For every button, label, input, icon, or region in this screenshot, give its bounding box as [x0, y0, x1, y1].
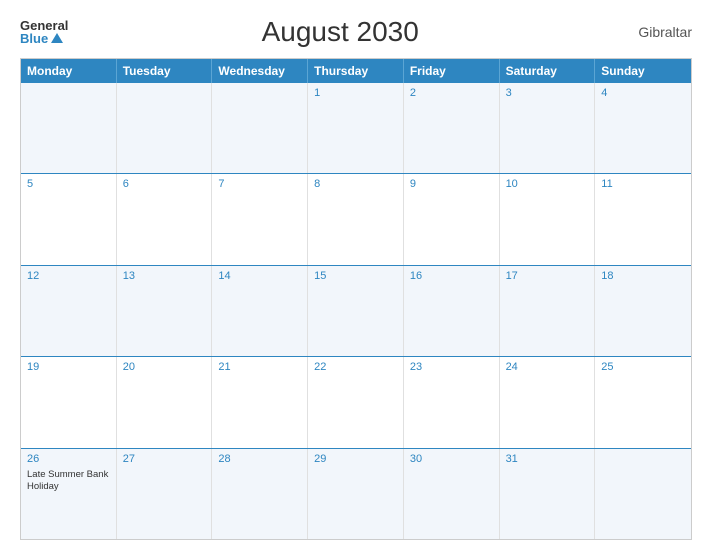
- calendar: MondayTuesdayWednesdayThursdayFridaySatu…: [20, 58, 692, 540]
- day-number: 5: [27, 178, 110, 190]
- calendar-cell: 7: [212, 174, 308, 264]
- day-number: 1: [314, 87, 397, 99]
- calendar-header: MondayTuesdayWednesdayThursdayFridaySatu…: [21, 59, 691, 83]
- day-event: Late Summer Bank Holiday: [27, 469, 110, 494]
- calendar-cell: 3: [500, 83, 596, 173]
- region-label: Gibraltar: [612, 24, 692, 40]
- logo-blue-text: Blue: [20, 32, 63, 45]
- day-number: 25: [601, 361, 685, 373]
- day-number: 29: [314, 453, 397, 465]
- calendar-cell: 16: [404, 266, 500, 356]
- header-day-thursday: Thursday: [308, 59, 404, 83]
- calendar-cell: 9: [404, 174, 500, 264]
- calendar-title: August 2030: [68, 16, 612, 48]
- header-day-friday: Friday: [404, 59, 500, 83]
- calendar-week-4: 19 20 21 22 23 24 25: [21, 357, 691, 448]
- calendar-cell: 5: [21, 174, 117, 264]
- header-day-saturday: Saturday: [500, 59, 596, 83]
- day-number: 19: [27, 361, 110, 373]
- calendar-cell: 30: [404, 449, 500, 539]
- header-day-monday: Monday: [21, 59, 117, 83]
- calendar-cell: 15: [308, 266, 404, 356]
- day-number: 8: [314, 178, 397, 190]
- day-number: 22: [314, 361, 397, 373]
- header-day-wednesday: Wednesday: [212, 59, 308, 83]
- calendar-cell: 25: [595, 357, 691, 447]
- day-number: 13: [123, 270, 206, 282]
- calendar-cell: 17: [500, 266, 596, 356]
- header-day-tuesday: Tuesday: [117, 59, 213, 83]
- calendar-cell: 20: [117, 357, 213, 447]
- calendar-cell: 8: [308, 174, 404, 264]
- day-number: 21: [218, 361, 301, 373]
- logo: General Blue: [20, 19, 68, 45]
- day-number: 4: [601, 87, 685, 99]
- calendar-cell: 13: [117, 266, 213, 356]
- day-number: 30: [410, 453, 493, 465]
- day-number: 26: [27, 453, 110, 465]
- calendar-cell: 14: [212, 266, 308, 356]
- day-number: 16: [410, 270, 493, 282]
- calendar-cell: 1: [308, 83, 404, 173]
- calendar-cell: 26 Late Summer Bank Holiday: [21, 449, 117, 539]
- calendar-week-5: 26 Late Summer Bank Holiday 27 28 29 30 31: [21, 449, 691, 539]
- day-number: 18: [601, 270, 685, 282]
- calendar-cell: [212, 83, 308, 173]
- day-number: 17: [506, 270, 589, 282]
- calendar-cell: 19: [21, 357, 117, 447]
- header: General Blue August 2030 Gibraltar: [20, 16, 692, 48]
- day-number: 3: [506, 87, 589, 99]
- calendar-cell: 10: [500, 174, 596, 264]
- day-number: 11: [601, 178, 685, 190]
- calendar-cell: 18: [595, 266, 691, 356]
- calendar-week-2: 5 67 8 9 10 11: [21, 174, 691, 265]
- calendar-week-3: 12 13 14 15 16 17 18: [21, 266, 691, 357]
- day-number: 10: [506, 178, 589, 190]
- calendar-cell: 6: [117, 174, 213, 264]
- calendar-cell: 23: [404, 357, 500, 447]
- day-number: 15: [314, 270, 397, 282]
- day-number: 7: [218, 178, 301, 190]
- calendar-cell: [117, 83, 213, 173]
- calendar-cell: [21, 83, 117, 173]
- calendar-cell: 12: [21, 266, 117, 356]
- day-number: 24: [506, 361, 589, 373]
- day-number: 31: [506, 453, 589, 465]
- day-number: 28: [218, 453, 301, 465]
- calendar-cell: 4: [595, 83, 691, 173]
- day-number: 27: [123, 453, 206, 465]
- calendar-cell: 11: [595, 174, 691, 264]
- header-day-sunday: Sunday: [595, 59, 691, 83]
- calendar-cell: 22: [308, 357, 404, 447]
- logo-triangle-icon: [51, 33, 63, 43]
- calendar-cell: 24: [500, 357, 596, 447]
- day-number: 23: [410, 361, 493, 373]
- day-number: 20: [123, 361, 206, 373]
- day-number: 2: [410, 87, 493, 99]
- day-number: 12: [27, 270, 110, 282]
- calendar-cell: 21: [212, 357, 308, 447]
- day-number: 9: [410, 178, 493, 190]
- day-number: 14: [218, 270, 301, 282]
- calendar-week-1: 1 2 34: [21, 83, 691, 174]
- calendar-cell: [595, 449, 691, 539]
- calendar-body: 1234567891011121314151617181920212223242…: [21, 83, 691, 539]
- calendar-cell: 31: [500, 449, 596, 539]
- calendar-cell: 27: [117, 449, 213, 539]
- page: General Blue August 2030 Gibraltar Monda…: [0, 0, 712, 550]
- calendar-cell: 28: [212, 449, 308, 539]
- day-number: 6: [123, 178, 206, 190]
- calendar-cell: 2: [404, 83, 500, 173]
- calendar-cell: 29: [308, 449, 404, 539]
